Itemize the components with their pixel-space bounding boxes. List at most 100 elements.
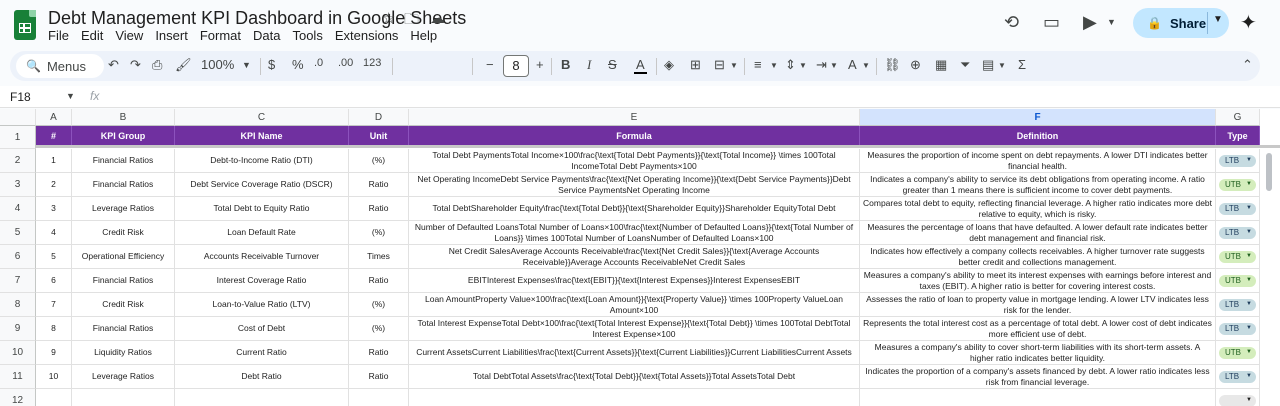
- table-header-cell[interactable]: Type: [1216, 126, 1260, 146]
- row-header[interactable]: 2: [0, 149, 36, 173]
- cell-unit[interactable]: Ratio: [349, 365, 409, 389]
- menu-insert[interactable]: Insert: [155, 28, 194, 43]
- type-dropdown-chip[interactable]: UTB ▼: [1219, 250, 1256, 263]
- type-dropdown-chip[interactable]: ▼: [1219, 394, 1256, 406]
- chip-caret-icon[interactable]: ▼: [1246, 349, 1252, 356]
- row-header[interactable]: 10: [0, 341, 36, 365]
- empty-cell[interactable]: [72, 389, 175, 406]
- menu-tools[interactable]: Tools: [292, 28, 328, 43]
- cell-num[interactable]: 2: [36, 173, 72, 197]
- empty-cell[interactable]: [349, 389, 409, 406]
- cell-formula[interactable]: Number of Defaulted LoansTotal Number of…: [409, 221, 860, 245]
- chip-caret-icon[interactable]: ▼: [1246, 325, 1252, 332]
- functions-icon[interactable]: Σ: [1018, 57, 1026, 72]
- column-header-d[interactable]: D: [349, 109, 409, 126]
- paint-format-icon[interactable]: 🖌: [175, 57, 192, 73]
- cell-formula[interactable]: Total Interest ExpenseTotal Debt×100\fra…: [409, 317, 860, 341]
- cell-name[interactable]: Cost of Debt: [175, 317, 349, 341]
- decrease-decimal-button[interactable]: .0: [314, 57, 323, 69]
- chip-caret-icon[interactable]: ▼: [1246, 181, 1252, 188]
- cell-definition[interactable]: Compares total debt to equity, reflectin…: [860, 197, 1216, 221]
- row-header[interactable]: 3: [0, 173, 36, 197]
- table-header-cell[interactable]: Unit: [349, 126, 409, 146]
- cell-formula[interactable]: Current AssetsCurrent Liabilities\frac{\…: [409, 341, 860, 365]
- cell-type[interactable]: LTB ▼: [1216, 365, 1260, 389]
- cell-group[interactable]: Leverage Ratios: [72, 365, 175, 389]
- zoom-caret-icon[interactable]: ▼: [242, 60, 251, 70]
- type-dropdown-chip[interactable]: UTB ▼: [1219, 274, 1256, 287]
- chip-caret-icon[interactable]: ▼: [1246, 205, 1252, 212]
- cell-definition[interactable]: Measures a company's ability to cover sh…: [860, 341, 1216, 365]
- share-button[interactable]: 🔒 Share ▼: [1133, 8, 1229, 38]
- cell-num[interactable]: 6: [36, 269, 72, 293]
- vertical-scrollbar[interactable]: [1266, 153, 1272, 191]
- insert-chart-icon[interactable]: ▦: [935, 57, 947, 73]
- redo-icon[interactable]: ↷: [130, 57, 141, 73]
- sheets-logo-icon[interactable]: [14, 10, 36, 40]
- cell-formula[interactable]: EBITInterest Expenses\frac{\text{EBIT}}{…: [409, 269, 860, 293]
- menu-format[interactable]: Format: [200, 28, 247, 43]
- zoom-select[interactable]: 100%: [201, 57, 234, 72]
- cell-unit[interactable]: (%): [349, 221, 409, 245]
- row-header[interactable]: 1: [0, 126, 36, 149]
- menu-file[interactable]: File: [48, 28, 75, 43]
- cell-unit[interactable]: Ratio: [349, 173, 409, 197]
- cell-definition[interactable]: Indicates the proportion of a company's …: [860, 365, 1216, 389]
- collapse-toolbar-icon[interactable]: ⌃: [1242, 57, 1253, 73]
- cell-unit[interactable]: Ratio: [349, 269, 409, 293]
- cell-name[interactable]: Interest Coverage Ratio: [175, 269, 349, 293]
- cell-type[interactable]: UTB ▼: [1216, 269, 1260, 293]
- menu-data[interactable]: Data: [253, 28, 286, 43]
- cell-num[interactable]: 4: [36, 221, 72, 245]
- chip-caret-icon[interactable]: ▼: [1246, 397, 1252, 404]
- valign-caret-icon[interactable]: ▼: [799, 61, 807, 70]
- star-icon[interactable]: ☆: [382, 9, 395, 27]
- empty-cell[interactable]: [409, 389, 860, 406]
- column-header-g[interactable]: G: [1216, 109, 1260, 126]
- row-header[interactable]: 4: [0, 197, 36, 221]
- decrease-font-size-button[interactable]: −: [486, 57, 494, 72]
- cell-definition[interactable]: Assesses the ratio of loan to property v…: [860, 293, 1216, 317]
- cell-unit[interactable]: Times: [349, 245, 409, 269]
- cell-num[interactable]: 9: [36, 341, 72, 365]
- row-header[interactable]: 9: [0, 317, 36, 341]
- type-dropdown-chip[interactable]: LTB ▼: [1219, 202, 1256, 215]
- column-header-b[interactable]: B: [72, 109, 175, 126]
- cell-type[interactable]: UTB ▼: [1216, 173, 1260, 197]
- chip-caret-icon[interactable]: ▼: [1246, 301, 1252, 308]
- text-color-icon[interactable]: A: [634, 57, 647, 74]
- cell-formula[interactable]: Total Debt PaymentsTotal Income×100\frac…: [409, 149, 860, 173]
- column-header-f[interactable]: F: [860, 109, 1216, 126]
- type-dropdown-chip[interactable]: UTB ▼: [1219, 178, 1256, 191]
- font-size-input[interactable]: 8: [503, 55, 529, 77]
- cell-definition[interactable]: Measures a company's ability to meet its…: [860, 269, 1216, 293]
- cell-num[interactable]: 7: [36, 293, 72, 317]
- cell-group[interactable]: Operational Efficiency: [72, 245, 175, 269]
- strikethrough-icon[interactable]: S: [608, 57, 617, 72]
- undo-icon[interactable]: ↶: [108, 57, 119, 73]
- borders-icon[interactable]: ⊞: [690, 57, 701, 73]
- type-dropdown-chip[interactable]: LTB ▼: [1219, 226, 1256, 239]
- chip-caret-icon[interactable]: ▼: [1246, 253, 1252, 260]
- menu-edit[interactable]: Edit: [81, 28, 109, 43]
- cell-type[interactable]: LTB ▼: [1216, 317, 1260, 341]
- cell-unit[interactable]: (%): [349, 149, 409, 173]
- print-icon[interactable]: ⎙: [152, 57, 162, 73]
- cell-type[interactable]: LTB ▼: [1216, 293, 1260, 317]
- cell-num[interactable]: 3: [36, 197, 72, 221]
- row-header[interactable]: 5: [0, 221, 36, 245]
- cell-group[interactable]: Credit Risk: [72, 221, 175, 245]
- wrap-caret-icon[interactable]: ▼: [830, 61, 838, 70]
- merge-cells-icon[interactable]: ⊟: [714, 57, 725, 73]
- chip-caret-icon[interactable]: ▼: [1246, 157, 1252, 164]
- row-header[interactable]: 7: [0, 269, 36, 293]
- menus-search[interactable]: 🔍 Menus: [16, 54, 104, 78]
- table-header-cell[interactable]: KPI Group: [72, 126, 175, 146]
- currency-format-button[interactable]: $: [268, 57, 275, 72]
- chip-caret-icon[interactable]: ▼: [1246, 277, 1252, 284]
- column-header-c[interactable]: C: [175, 109, 349, 126]
- cell-name[interactable]: Total Debt to Equity Ratio: [175, 197, 349, 221]
- gemini-icon[interactable]: ✦: [1240, 10, 1257, 35]
- horizontal-align-icon[interactable]: ≡: [754, 57, 762, 72]
- cell-formula[interactable]: Net Operating IncomeDebt Service Payment…: [409, 173, 860, 197]
